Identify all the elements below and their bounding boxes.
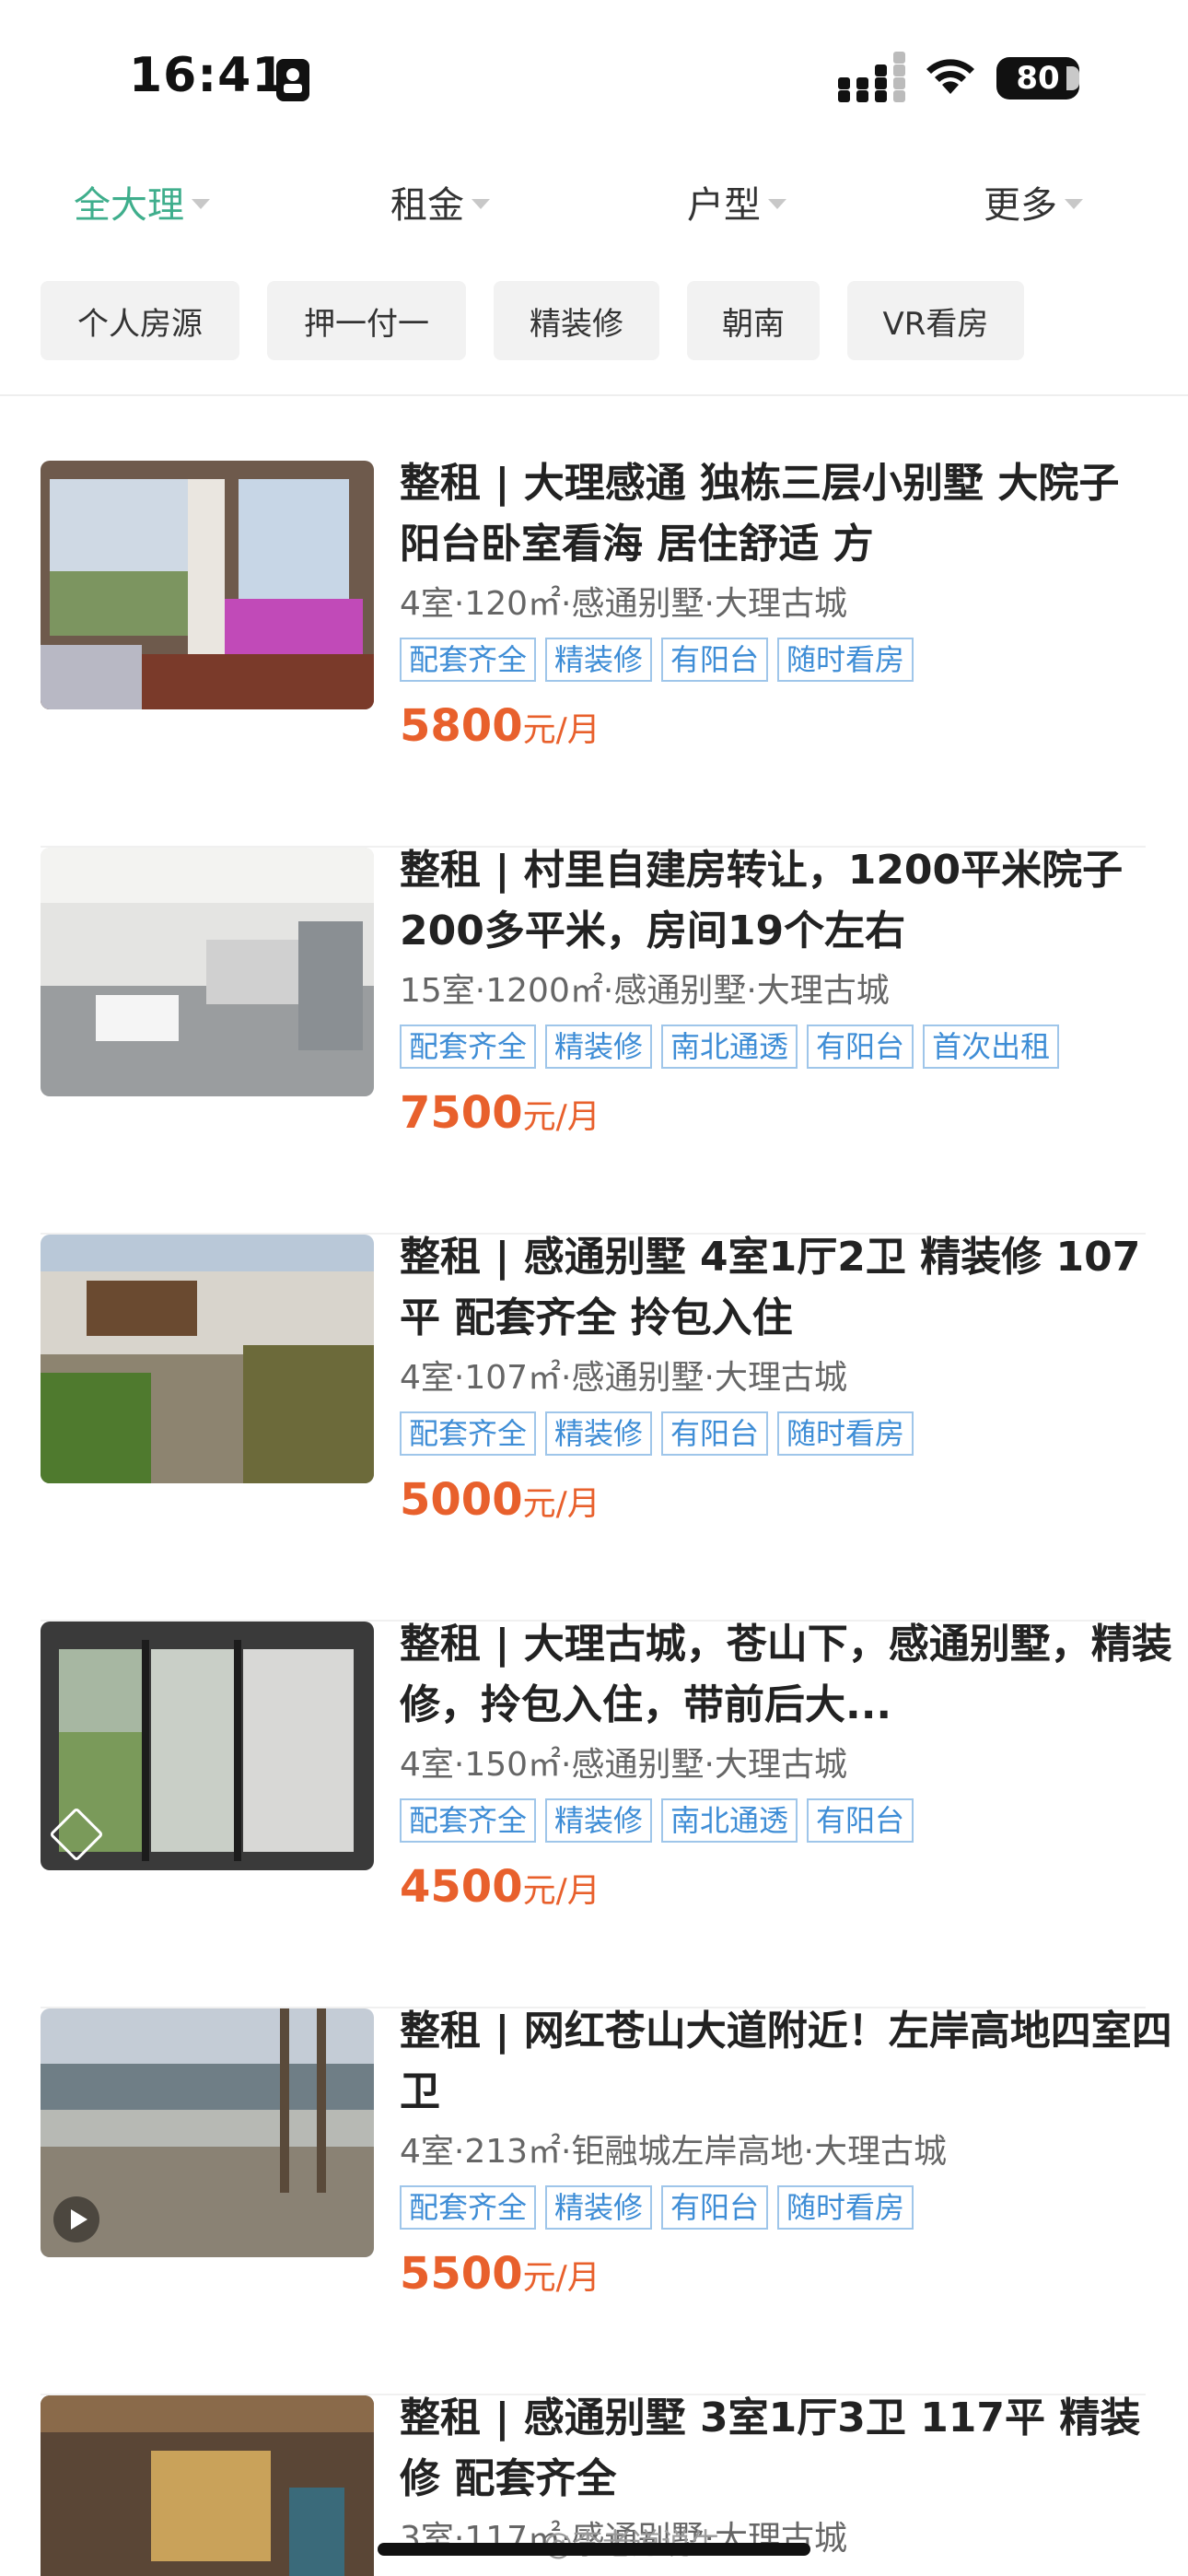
- chip-south-facing[interactable]: 朝南: [687, 281, 820, 360]
- listing-photo: [41, 2395, 374, 2576]
- listing-price: 5800元/月: [400, 698, 1173, 764]
- listing-tag: 南北通透: [661, 1798, 798, 1843]
- listing-tags: 配套齐全 精装修 有阳台 随时看房: [400, 2185, 1173, 2230]
- filter-rent[interactable]: 租金: [390, 175, 490, 228]
- price-value: 5800: [400, 700, 523, 752]
- listing-tags: 配套齐全 精装修 南北通透 有阳台: [400, 1798, 1173, 1843]
- listing-title: 整租 | 大理感通 独栋三层小别墅 大院子 阳台卧室看海 居住舒适 方: [400, 460, 1120, 568]
- listing-title: 整租 | 感通别墅 3室1厅3卫 117平 精装修 配套齐全: [400, 2395, 1141, 2502]
- listing-meta: 4室·107㎡·感通别墅·大理古城: [400, 1359, 847, 1397]
- chip-vr-tour[interactable]: VR看房: [847, 281, 1024, 360]
- listing-tag: 精装修: [545, 1798, 653, 1843]
- listing-tag: 首次出租: [923, 1025, 1060, 1069]
- price-unit: 元/月: [522, 2259, 600, 2297]
- chip-deposit-one-pay-one[interactable]: 押一付一: [267, 281, 466, 360]
- listing-tag: 有阳台: [807, 1798, 914, 1843]
- home-indicator[interactable]: [378, 2543, 810, 2556]
- price-value: 5500: [400, 2248, 523, 2300]
- clock: 16:41: [129, 48, 286, 103]
- listing-tags: 配套齐全 精装修 有阳台 随时看房: [400, 638, 1173, 682]
- listing-photo: [41, 461, 374, 709]
- listing-tag: 配套齐全: [400, 1411, 537, 1456]
- chevron-down-icon: [472, 198, 490, 209]
- listing-title: 整租 | 大理古城，苍山下，感通别墅，精装修，拎包入住，带前后大...: [400, 1621, 1172, 1728]
- listing-price: 5000元/月: [400, 1472, 1173, 1538]
- price-unit: 元/月: [522, 1872, 600, 1910]
- listing-tag: 有阳台: [661, 638, 769, 682]
- price-unit: 元/月: [522, 1485, 600, 1523]
- listing-price: 7500元/月: [400, 1085, 1173, 1151]
- listing-tag: 有阳台: [661, 1411, 769, 1456]
- listing-tag: 有阳台: [807, 1025, 914, 1069]
- listing-tag: 随时看房: [777, 2185, 914, 2230]
- chevron-down-icon: [768, 198, 786, 209]
- listing-title: 整租 | 村里自建房转让，1200平米院子200多平米，房间19个左右: [400, 847, 1124, 954]
- play-video-icon[interactable]: [53, 2196, 99, 2242]
- lock-icon: [276, 59, 309, 101]
- chip-personal-listing[interactable]: 个人房源: [41, 281, 239, 360]
- chevron-down-icon: [1065, 198, 1083, 209]
- listing-tag: 配套齐全: [400, 2185, 537, 2230]
- listing-tag: 配套齐全: [400, 1025, 537, 1069]
- status-bar: 16:41 80: [0, 0, 1188, 157]
- price-value: 5000: [400, 1474, 523, 1526]
- listing-meta: 4室·120㎡·感通别墅·大理古城: [400, 585, 847, 623]
- listing-photo: [41, 848, 374, 1096]
- cellular-signal-icon: [838, 52, 912, 103]
- listing-tag: 有阳台: [661, 2185, 769, 2230]
- price-unit: 元/月: [522, 1098, 600, 1136]
- listing-tag: 南北通透: [661, 1025, 798, 1069]
- listing-meta: 4室·213㎡·钜融城左岸高地·大理古城: [400, 2133, 947, 2171]
- listing-card[interactable]: 整租 | 大理古城，苍山下，感通别墅，精装修，拎包入住，带前后大... 4室·1…: [41, 1621, 1172, 2008]
- listing-price: 4500元/月: [400, 1859, 1173, 1925]
- listing-tag: 精装修: [545, 1411, 653, 1456]
- listing-tag: 精装修: [545, 2185, 653, 2230]
- watermark: @李老道说生: [543, 2521, 720, 2563]
- listing-photo: [41, 2008, 374, 2257]
- chip-fine-decoration[interactable]: 精装修: [494, 281, 659, 360]
- listing-tags: 配套齐全 精装修 南北通透 有阳台 首次出租: [400, 1025, 1173, 1069]
- listing-tag: 配套齐全: [400, 1798, 537, 1843]
- listing-meta: 4室·150㎡·感通别墅·大理古城: [400, 1746, 847, 1784]
- listing-card[interactable]: 整租 | 感通别墅 4室1厅2卫 精装修 107平 配套齐全 拎包入住 4室·1…: [41, 1234, 1146, 1622]
- wifi-icon: [926, 59, 974, 94]
- listing-card[interactable]: 整租 | 网红苍山大道附近！左岸高地四室四卫 4室·213㎡·钜融城左岸高地·大…: [41, 2008, 1172, 2395]
- filter-more[interactable]: 更多: [984, 175, 1083, 228]
- listing-tag: 精装修: [545, 638, 653, 682]
- listing-title: 整租 | 网红苍山大道附近！左岸高地四室四卫: [400, 2008, 1172, 2115]
- listing-tags: 配套齐全 精装修 有阳台 随时看房: [400, 1411, 1173, 1456]
- filter-region[interactable]: 全大理: [74, 175, 210, 228]
- battery-tip: [1066, 66, 1079, 90]
- listing-card[interactable]: 整租 | 村里自建房转让，1200平米院子200多平米，房间19个左右 15室·…: [41, 847, 1146, 1235]
- listing-tag: 精装修: [545, 1025, 653, 1069]
- listing-card[interactable]: 整租 | 大理感通 独栋三层小别墅 大院子 阳台卧室看海 居住舒适 方 4室·1…: [41, 460, 1146, 848]
- listing-meta: 15室·1200㎡·感通别墅·大理古城: [400, 972, 890, 1010]
- price-value: 7500: [400, 1087, 523, 1139]
- divider: [0, 394, 1188, 396]
- filter-layout[interactable]: 户型: [687, 175, 786, 228]
- price-value: 4500: [400, 1861, 523, 1913]
- chevron-down-icon: [192, 198, 210, 209]
- listing-photo: [41, 1235, 374, 1483]
- listing-photo: [41, 1622, 374, 1870]
- listing-tag: 随时看房: [777, 1411, 914, 1456]
- listing-title: 整租 | 感通别墅 4室1厅2卫 精装修 107平 配套齐全 拎包入住: [400, 1234, 1141, 1341]
- filter-bar: 全大理 租金 户型 更多: [0, 175, 1188, 249]
- listing-price: 5500元/月: [400, 2246, 1173, 2312]
- listing-tag: 配套齐全: [400, 638, 537, 682]
- listing-tag: 随时看房: [777, 638, 914, 682]
- price-unit: 元/月: [522, 711, 600, 749]
